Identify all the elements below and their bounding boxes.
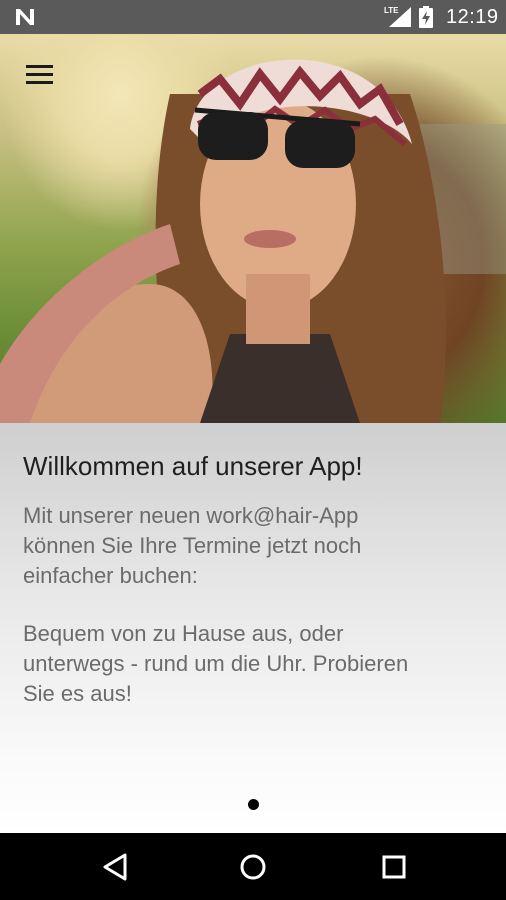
signal-icon: LTE [384, 6, 411, 27]
woman-with-sunglasses-and-headscarf-photo [0, 59, 506, 423]
status-bar: LTE 12:19 [0, 0, 506, 34]
navigation-bar [0, 833, 506, 900]
intro-paragraph-2: Bequem von zu Hause aus, oder unterwegs … [23, 621, 409, 706]
hero-image [0, 34, 506, 423]
intro-card: Willkommen auf unserer App! Mit unserer … [0, 423, 506, 833]
page-indicator-dot [248, 799, 259, 810]
intro-paragraph-1: Mit unserer neuen work@hair-App können S… [23, 503, 362, 588]
welcome-title: Willkommen auf unserer App! [23, 451, 363, 481]
clock: 12:19 [446, 6, 499, 28]
home-circle-icon[interactable] [233, 849, 273, 885]
back-triangle-icon[interactable] [95, 849, 135, 885]
network-label: LTE [384, 6, 399, 15]
battery-charging-icon [419, 6, 433, 28]
hamburger-menu-icon[interactable] [16, 56, 64, 92]
n-logo-icon [16, 9, 34, 25]
recents-square-icon[interactable] [374, 849, 414, 885]
